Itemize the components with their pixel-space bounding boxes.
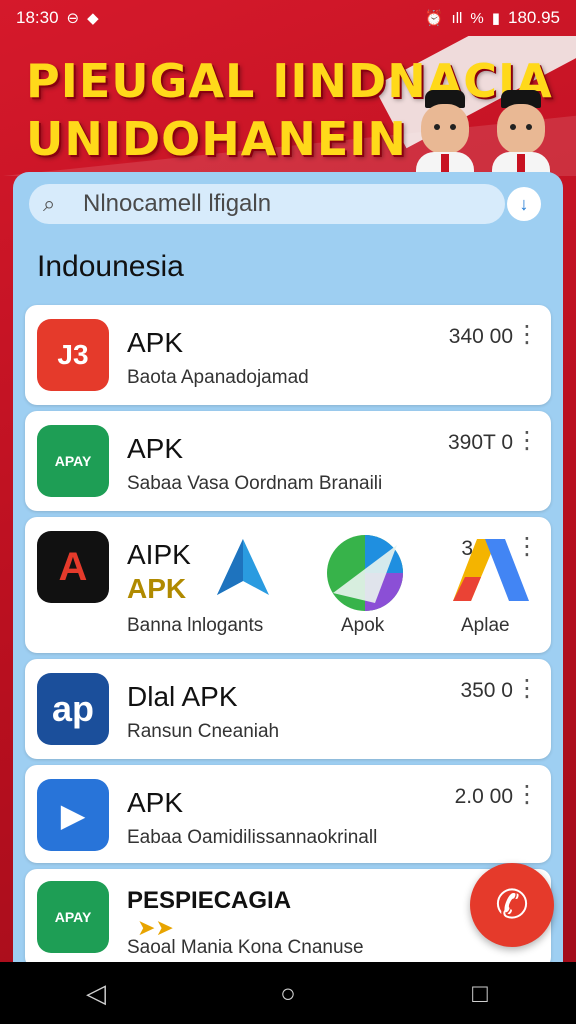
location-icon: ◆ <box>87 10 99 27</box>
more-options-icon[interactable]: ⋮ <box>515 677 539 701</box>
phone-icon: ✆ <box>495 883 529 927</box>
mascot-left <box>412 90 478 176</box>
search-bar[interactable]: ⌕ Nlnocamell lfigaln <box>29 184 505 224</box>
more-options-icon[interactable]: ⋮ <box>515 783 539 807</box>
search-input[interactable]: Nlnocamell lfigaln <box>83 190 271 218</box>
battery-readout: 180.95 <box>508 8 560 27</box>
app-icon: ▶ <box>37 779 109 851</box>
app-card-5[interactable]: ▶ APK Eabaa Oamidilissannaokrinall 2.0 0… <box>25 765 551 863</box>
app-icon: A <box>37 531 109 603</box>
back-button[interactable]: ◁ <box>66 978 126 1009</box>
app-card-2[interactable]: APAY APK Sabaa Vasa Oordnam Branaili 390… <box>25 411 551 511</box>
section-title: Indounesia <box>37 250 184 283</box>
app-icon: APAY <box>37 881 109 953</box>
recents-button[interactable]: □ <box>450 978 510 1009</box>
app-name: APK <box>127 327 184 358</box>
app-desc: Sabaa Vasa Oordnam Branaili <box>127 473 383 494</box>
call-fab-button[interactable]: ✆ <box>470 863 554 947</box>
home-button[interactable]: ○ <box>258 978 318 1009</box>
app-name: PESPIECAGIA <box>127 887 292 914</box>
app-icon: APAY <box>37 425 109 497</box>
app-name: AIPK <box>127 539 191 570</box>
app-card-4[interactable]: ap Dlal APK Ransun Cneaniah 350 0 ⋮ <box>25 659 551 759</box>
app-icon: J3 <box>37 319 109 391</box>
app-count: 350 0 <box>460 679 513 702</box>
app-count: 340 00 <box>448 325 513 348</box>
sub-label-2: Aplae <box>461 615 510 636</box>
app-name-secondary: APK <box>127 573 187 604</box>
app-card-1[interactable]: J3 APK Baota Apanadojamad 340 00 ⋮ <box>25 305 551 405</box>
paper-plane-icon <box>323 531 407 615</box>
more-options-icon[interactable]: ⋮ <box>515 323 539 347</box>
app-list-panel: ⌕ Nlnocamell lfigaln ↓ Indounesia J3 APK… <box>13 172 563 962</box>
promo-banner: PIEUGAL IINDNACIA UNIDOHANEIN <box>0 36 576 176</box>
status-bar: 18:30 ⊖ ◆ ⏰ ıll % ▮ 180.95 <box>0 0 576 36</box>
app-name: Dlal APK <box>127 681 238 712</box>
app-desc: Banna lnlogants <box>127 615 264 636</box>
app-desc: Eabaa Oamidilissannaokrinall <box>127 827 378 848</box>
wifi-icon: % <box>470 9 484 27</box>
app-name: APK <box>127 433 184 464</box>
lock-icon: ⊖ <box>66 10 80 27</box>
mascot-right <box>488 90 554 176</box>
app-count: 3 <box>461 537 473 560</box>
more-options-icon[interactable]: ⋮ <box>515 429 539 453</box>
search-icon: ⌕ <box>43 191 56 216</box>
signal-icon: ıll <box>451 9 463 27</box>
app-card-3[interactable]: A AIPK APK Banna lnlogants Apok Aplae 3 … <box>25 517 551 653</box>
more-options-icon[interactable]: ⋮ <box>515 535 539 559</box>
app-desc: Ransun Cneaniah <box>127 721 280 742</box>
app-count: 390T 0 <box>448 431 513 454</box>
app-desc: Baota Apanadojamad <box>127 367 309 388</box>
app-name: APK <box>127 787 184 818</box>
system-nav-bar: ◁ ○ □ <box>0 962 576 1024</box>
clock: 18:30 <box>16 8 59 27</box>
kite-icon <box>213 537 273 601</box>
sub-label-1: Apok <box>341 615 385 636</box>
app-count: 2.0 00 <box>454 785 513 808</box>
banner-title-line2: UNIDOHANEIN <box>26 112 407 166</box>
voice-search-button[interactable]: ↓ <box>507 187 541 221</box>
alarm-icon: ⏰ <box>424 10 444 27</box>
app-icon: ap <box>37 673 109 745</box>
battery-icon: ▮ <box>491 10 500 27</box>
app-desc: Saoal Mania Kona Cnanuse <box>127 937 364 958</box>
